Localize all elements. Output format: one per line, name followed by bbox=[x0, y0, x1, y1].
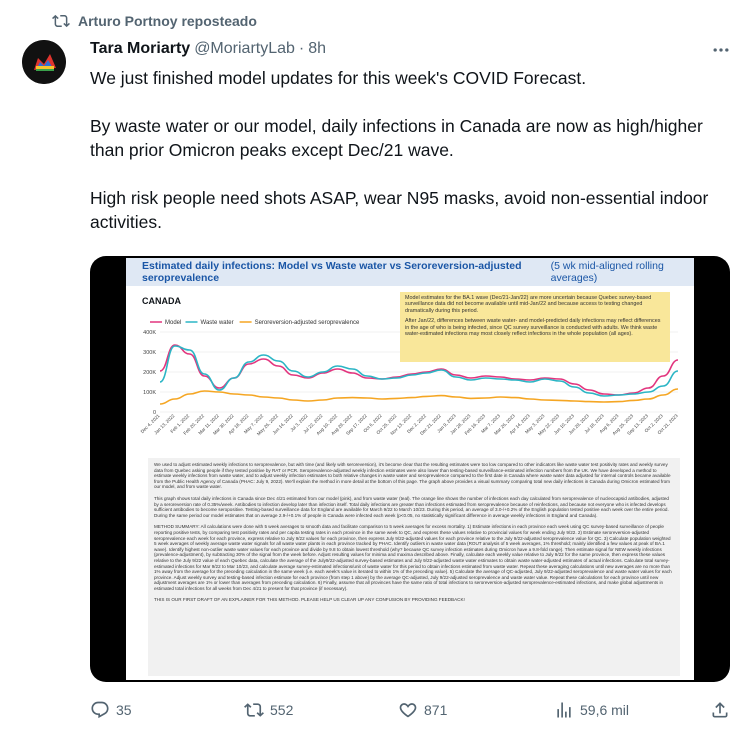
tweet-time[interactable]: 8h bbox=[308, 40, 326, 58]
y-tick-label: 300K bbox=[143, 350, 156, 356]
repost-count: 552 bbox=[270, 702, 294, 718]
chart-title: Estimated daily infections: Model vs Was… bbox=[142, 260, 522, 284]
repost-button[interactable]: 552 bbox=[244, 700, 293, 720]
explainer-paragraph: We used to adjust estimated weekly infec… bbox=[154, 462, 671, 490]
tweet-media-image[interactable]: Estimated daily infections: Model vs Was… bbox=[90, 256, 730, 682]
like-button[interactable]: 871 bbox=[398, 700, 447, 720]
explainer-paragraph: This graph shows total daily infections … bbox=[154, 495, 669, 518]
reply-icon bbox=[91, 701, 109, 719]
author-handle[interactable]: @MoriartyLab bbox=[194, 40, 295, 58]
chart-subtitle: (5 wk mid-aligned rolling averages) bbox=[550, 260, 664, 284]
explainer-paragraph: METHOD SUMMARY: All calculations were do… bbox=[154, 524, 672, 591]
tweet-text: We just finished model updates for this … bbox=[90, 66, 730, 258]
country-label: CANADA bbox=[142, 296, 181, 306]
chart-title-bar: Estimated daily infections: Model vs Was… bbox=[126, 258, 694, 286]
reply-count: 35 bbox=[116, 702, 132, 718]
avatar[interactable] bbox=[22, 40, 66, 84]
more-options-button[interactable] bbox=[709, 40, 733, 60]
like-count: 871 bbox=[424, 702, 448, 718]
views-button[interactable]: 59,6 mil bbox=[554, 700, 629, 720]
series-line-seroreversion-adjusted-seroprevalence bbox=[159, 388, 679, 405]
more-icon bbox=[713, 48, 729, 52]
repost-icon bbox=[244, 703, 264, 717]
analytics-icon bbox=[557, 702, 571, 718]
share-icon bbox=[712, 702, 728, 718]
legend-label: Seroreversion-adjusted seroprevalence bbox=[255, 320, 360, 326]
tweet-paragraph: We just finished model updates for this … bbox=[90, 68, 587, 88]
forecast-document: Estimated daily infections: Model vs Was… bbox=[126, 258, 694, 680]
repost-icon bbox=[52, 14, 70, 28]
legend-label: Model bbox=[165, 320, 181, 326]
explainer-paragraph: THIS IS OUR FIRST DRAFT OF AN EXPLAINER … bbox=[154, 597, 465, 603]
repost-indicator[interactable]: Arturo Portnoy reposteado bbox=[52, 12, 257, 30]
note-paragraph: After Jan/22, differences between waste … bbox=[405, 318, 661, 338]
separator-dot: · bbox=[298, 40, 305, 57]
tweet-paragraph: High risk people need shots ASAP, wear N… bbox=[90, 188, 709, 232]
method-explainer: We used to adjust estimated weekly infec… bbox=[148, 458, 680, 676]
y-tick-label: 100K bbox=[143, 390, 156, 396]
author-name[interactable]: Tara Moriarty bbox=[90, 40, 190, 58]
y-tick-label: 400K bbox=[143, 330, 156, 336]
tweet-header: Tara Moriarty @MoriartyLab · 8h bbox=[90, 40, 326, 58]
reply-button[interactable]: 35 bbox=[90, 700, 132, 720]
tweet-paragraph: By waste water or our model, daily infec… bbox=[90, 116, 703, 160]
no-space-for-hate-logo bbox=[22, 40, 66, 84]
heart-icon bbox=[399, 703, 417, 718]
legend-label: Waste water bbox=[201, 320, 234, 326]
note-paragraph: Model estimates for the BA.1 wave (Dec/2… bbox=[405, 295, 652, 314]
share-button[interactable] bbox=[710, 700, 730, 720]
y-tick-label: 200K bbox=[143, 370, 156, 376]
view-count: 59,6 mil bbox=[580, 702, 630, 718]
repost-label: Arturo Portnoy reposteado bbox=[78, 13, 257, 29]
action-bar: 35 552 871 59,6 mil bbox=[90, 700, 730, 724]
chart-note: Model estimates for the BA.1 wave (Dec/2… bbox=[400, 292, 670, 362]
